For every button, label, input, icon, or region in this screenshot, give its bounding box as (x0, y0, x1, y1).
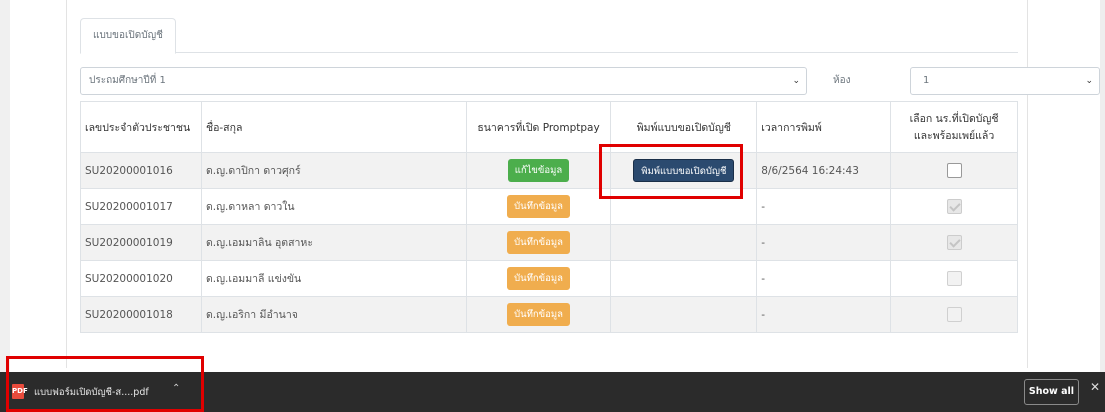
print-form-button[interactable]: พิมพ์แบบขอเปิดบัญชี (633, 159, 735, 182)
cell-id: SU20200001017 (80, 188, 202, 225)
cell-print (610, 260, 758, 297)
cell-id: SU20200001020 (80, 260, 202, 297)
cell-time: - (756, 296, 892, 333)
cell-bank: บันทึกข้อมูล (465, 260, 612, 297)
download-filename: แบบฟอร์มเปิดบัญชี-ส....pdf (34, 387, 149, 398)
header-select-line1: เลือก นร.ที่เปิดบัญชี (909, 113, 999, 125)
header-id: เลขประจำตัวประชาชน (80, 101, 202, 153)
cell-name: ด.ญ.เอมมาลิน อุตสาหะ (200, 224, 467, 261)
header-name: ชื่อ-สกุล (200, 101, 467, 153)
tab-bar: แบบขอเปิดบัญชี (80, 18, 1018, 54)
cell-name: ด.ญ.ดาปิกา ดาวศุกร์ (200, 152, 467, 189)
cell-print (610, 296, 758, 333)
cell-print: พิมพ์แบบขอเปิดบัญชี (610, 152, 758, 189)
save-data-button[interactable]: บันทึกข้อมูล (507, 267, 570, 290)
students-table: เลขประจำตัวประชาชน ชื่อ-สกุล ธนาคารที่เป… (80, 101, 1018, 333)
select-checkbox (946, 307, 962, 322)
cell-bank: แก้ไขข้อมูล (465, 152, 612, 189)
select-checkbox (946, 271, 962, 286)
header-time: เวลาการพิมพ์ (756, 101, 892, 153)
table-row: SU20200001016 ด.ญ.ดาปิกา ดาวศุกร์ แก้ไขข… (80, 152, 1018, 189)
cell-id: SU20200001016 (80, 152, 202, 189)
chevron-down-icon: ⌄ (1085, 76, 1093, 86)
cell-id: SU20200001018 (80, 296, 202, 333)
room-select-value: 1 (923, 75, 930, 86)
table-row: SU20200001017 ด.ญ.ดาหลา ดาวใน บันทึกข้อม… (80, 188, 1018, 225)
select-checkbox (946, 199, 962, 214)
cell-bank: บันทึกข้อมูล (465, 296, 612, 333)
right-gutter (1028, 0, 1105, 372)
download-item[interactable]: PDF แบบฟอร์มเปิดบัญชี-ส....pdf ⌃ (12, 380, 196, 404)
cell-select (890, 260, 1018, 297)
table-row: SU20200001018 ด.ญ.เอริกา มีอำนาจ บันทึกข… (80, 296, 1018, 333)
download-bar: PDF แบบฟอร์มเปิดบัญชี-ส....pdf ⌃ Show al… (0, 372, 1105, 412)
header-bank: ธนาคารที่เปิด Promptpay (465, 101, 612, 153)
grade-select[interactable]: ประถมศึกษาปีที่ 1 ⌄ (80, 67, 807, 95)
show-all-button[interactable]: Show all (1024, 379, 1079, 405)
cell-print (610, 188, 758, 225)
cell-select (890, 188, 1018, 225)
select-checkbox (946, 235, 962, 250)
page: แบบขอเปิดบัญชี ประถมศึกษาปีที่ 1 ⌄ ห้อง … (0, 0, 1105, 412)
header-print: พิมพ์แบบขอเปิดบัญชี (610, 101, 758, 153)
page-scrollbar[interactable] (1100, 0, 1105, 372)
table-row: SU20200001020 ด.ญ.เอมมาลี แข่งขัน บันทึก… (80, 260, 1018, 297)
cell-bank: บันทึกข้อมูล (465, 224, 612, 261)
save-data-button[interactable]: บันทึกข้อมูล (507, 231, 570, 254)
room-label: ห้อง (833, 75, 851, 86)
room-select[interactable]: 1 ⌄ (910, 67, 1100, 95)
chevron-down-icon: ⌄ (792, 76, 800, 86)
header-select-line2: และพร้อมเพย์แล้ว (913, 130, 995, 142)
edit-data-button[interactable]: แก้ไขข้อมูล (507, 159, 570, 182)
save-data-button[interactable]: บันทึกข้อมูล (507, 303, 570, 326)
left-gutter (0, 0, 10, 372)
cell-name: ด.ญ.เอมมาลี แข่งขัน (200, 260, 467, 297)
cell-select (890, 224, 1018, 261)
tab-open-account-form[interactable]: แบบขอเปิดบัญชี (80, 18, 176, 54)
cell-id: SU20200001019 (80, 224, 202, 261)
chevron-up-icon[interactable]: ⌃ (172, 383, 180, 394)
cell-time: - (756, 224, 892, 261)
cell-name: ด.ญ.ดาหลา ดาวใน (200, 188, 467, 225)
cell-select (890, 152, 1018, 189)
header-select: เลือก นร.ที่เปิดบัญชี และพร้อมเพย์แล้ว (890, 101, 1018, 153)
select-checkbox[interactable] (946, 163, 962, 178)
filter-row: ประถมศึกษาปีที่ 1 ⌄ ห้อง 1 ⌄ (80, 67, 1100, 95)
cell-bank: บันทึกข้อมูล (465, 188, 612, 225)
cell-time: - (756, 188, 892, 225)
save-data-button[interactable]: บันทึกข้อมูล (507, 195, 570, 218)
cell-select (890, 296, 1018, 333)
cell-time: - (756, 260, 892, 297)
table-row: SU20200001019 ด.ญ.เอมมาลิน อุตสาหะ บันทึ… (80, 224, 1018, 261)
cell-name: ด.ญ.เอริกา มีอำนาจ (200, 296, 467, 333)
grade-select-value: ประถมศึกษาปีที่ 1 (89, 75, 166, 86)
cell-print (610, 224, 758, 261)
pdf-file-icon: PDF (12, 384, 28, 399)
table-header-row: เลขประจำตัวประชาชน ชื่อ-สกุล ธนาคารที่เป… (80, 101, 1018, 153)
cell-time: 8/6/2564 16:24:43 (756, 152, 892, 189)
close-icon[interactable]: ✕ (1090, 380, 1100, 394)
